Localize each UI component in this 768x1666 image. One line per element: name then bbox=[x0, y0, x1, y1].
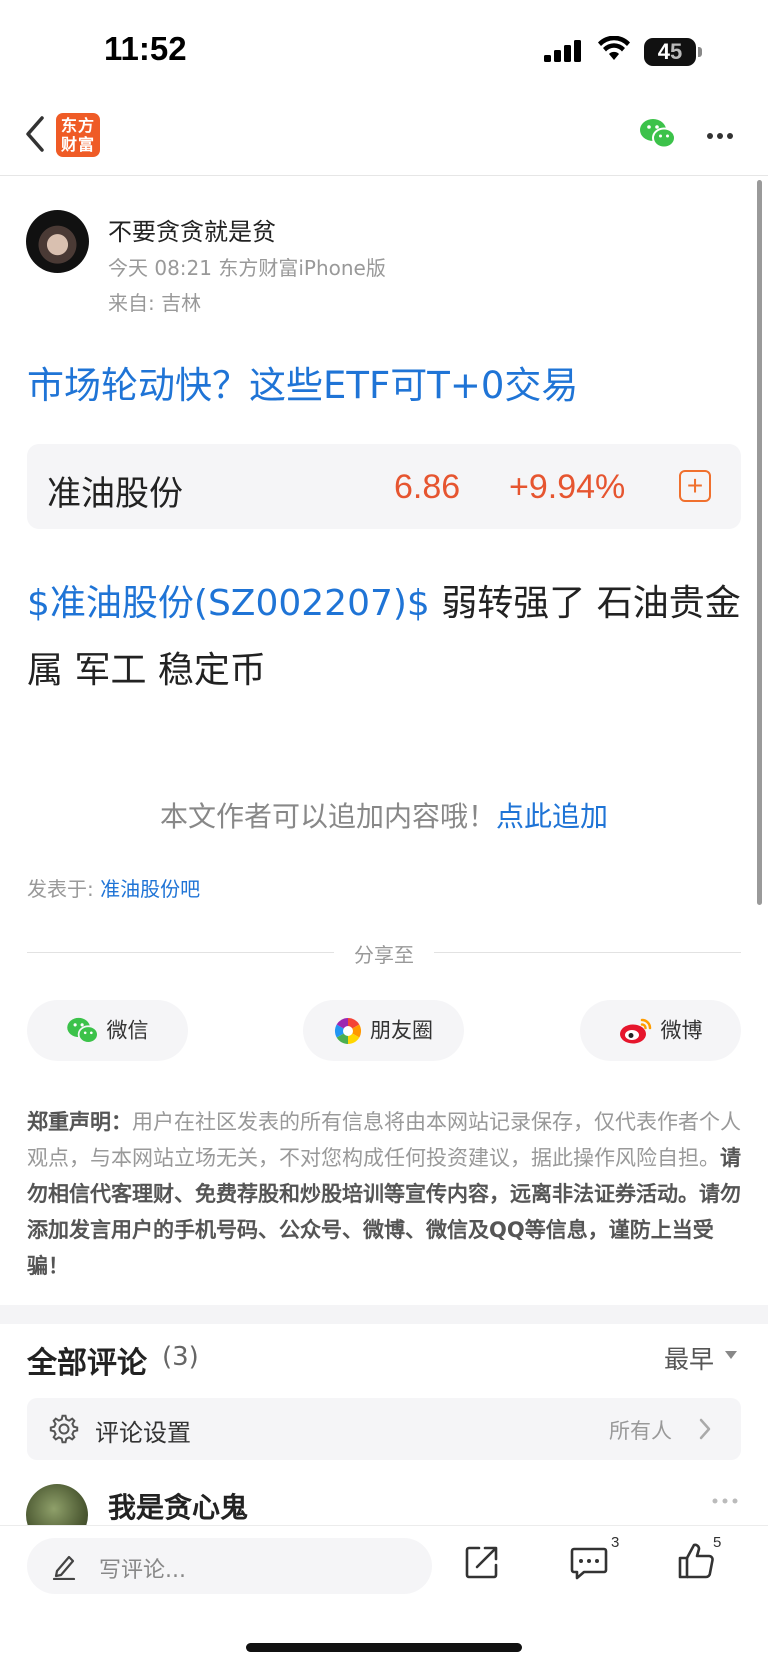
chevron-right-icon bbox=[699, 1418, 711, 1440]
append-link[interactable]: 点此追加 bbox=[496, 800, 608, 833]
comment-icon[interactable] bbox=[570, 1546, 608, 1580]
share-label: 分享至 bbox=[354, 943, 414, 967]
posted-in-label: 发表于: bbox=[27, 877, 101, 901]
comments-count: (3) bbox=[162, 1342, 199, 1372]
share-wechat-label: 微信 bbox=[106, 1018, 149, 1043]
share-moments-button[interactable]: 朋友圈 bbox=[303, 1000, 464, 1061]
commenter-name[interactable]: 我是贪心鬼 bbox=[108, 1486, 248, 1526]
comment-more-icon[interactable] bbox=[712, 1498, 738, 1504]
author-name[interactable]: 不要贪贪就是贫 bbox=[108, 212, 276, 247]
add-watchlist-button[interactable]: + bbox=[679, 470, 711, 502]
stock-link[interactable]: $准油股份(SZ002207)$ bbox=[27, 583, 430, 624]
status-bar: 11:52 45 bbox=[0, 0, 768, 100]
weibo-icon bbox=[619, 1018, 651, 1044]
more-options-icon[interactable] bbox=[706, 132, 734, 140]
wechat-icon bbox=[66, 1017, 99, 1044]
home-indicator[interactable] bbox=[246, 1643, 522, 1652]
pencil-icon bbox=[52, 1555, 76, 1580]
disclaimer-text: 用户在社区发表的所有信息将由本网站记录保存，仅代表作者个人观点，与本网站立场无关… bbox=[27, 1110, 741, 1170]
wechat-share-icon[interactable] bbox=[640, 118, 676, 150]
stock-price: 6.86 bbox=[394, 468, 461, 506]
append-prompt: 本文作者可以追加内容哦！点此追加 bbox=[0, 795, 768, 835]
comment-settings-label: 评论设置 bbox=[95, 1419, 191, 1447]
divider bbox=[27, 952, 334, 953]
share-icon[interactable] bbox=[464, 1544, 500, 1580]
section-divider bbox=[0, 1305, 768, 1324]
comment-settings-row[interactable]: 评论设置 所有人 bbox=[27, 1398, 741, 1460]
disclaimer: 郑重声明：用户在社区发表的所有信息将由本网站记录保存，仅代表作者个人观点，与本网… bbox=[27, 1104, 741, 1284]
author-avatar[interactable] bbox=[26, 210, 89, 273]
moments-icon bbox=[334, 1017, 362, 1045]
back-arrow-icon[interactable] bbox=[24, 114, 46, 154]
gear-icon bbox=[49, 1414, 79, 1444]
nav-bar: 东方 财富 bbox=[0, 100, 768, 176]
battery-level-digit: 4 bbox=[657, 39, 670, 64]
stock-quote-card[interactable]: 准油股份 6.86 +9.94% + bbox=[27, 444, 741, 529]
comment-input-placeholder: 写评论... bbox=[99, 1558, 186, 1583]
app-logo[interactable]: 东方 财富 bbox=[56, 113, 100, 157]
comment-count-badge: 3 bbox=[611, 1534, 620, 1551]
stock-change: +9.94% bbox=[509, 468, 626, 506]
comments-title: 全部评论 bbox=[27, 1346, 147, 1381]
share-wechat-button[interactable]: 微信 bbox=[27, 1000, 188, 1061]
comment-input[interactable]: 写评论... bbox=[27, 1538, 432, 1594]
share-weibo-button[interactable]: 微博 bbox=[580, 1000, 741, 1061]
share-moments-label: 朋友圈 bbox=[370, 1018, 433, 1043]
status-time: 11:52 bbox=[104, 30, 187, 67]
thumbs-up-icon[interactable] bbox=[677, 1542, 715, 1580]
post-body: $准油股份(SZ002207)$ 弱转强了 石油贵金属 军工 稳定币 bbox=[27, 570, 741, 704]
like-count-badge: 5 bbox=[713, 1534, 722, 1551]
comment-settings-value: 所有人 bbox=[609, 1419, 672, 1443]
battery-level-digit: 5 bbox=[670, 39, 683, 64]
battery-icon: 45 bbox=[644, 38, 696, 66]
share-weibo-label: 微博 bbox=[660, 1018, 703, 1043]
sort-dropdown[interactable]: 最早 bbox=[664, 1340, 714, 1376]
bottom-action-bar: 写评论... 3 5 bbox=[0, 1525, 768, 1666]
logo-line-1: 东方 bbox=[60, 116, 95, 135]
cellular-signal-icon bbox=[544, 40, 581, 62]
forum-link[interactable]: 准油股份吧 bbox=[100, 877, 200, 901]
append-text: 本文作者可以追加内容哦！ bbox=[159, 800, 496, 833]
post-location: 来自: 吉林 bbox=[108, 291, 202, 315]
logo-line-2: 财富 bbox=[60, 135, 95, 154]
stock-name: 准油股份 bbox=[47, 474, 183, 514]
disclaimer-heading: 郑重声明： bbox=[27, 1110, 132, 1134]
post-title: 市场轮动快？这些ETF可T+0交易 bbox=[27, 364, 579, 407]
post-meta: 今天 08:21 东方财富iPhone版 bbox=[108, 256, 386, 280]
battery-tip bbox=[698, 47, 702, 57]
posted-in: 发表于: 准油股份吧 bbox=[27, 873, 200, 902]
divider bbox=[434, 952, 741, 953]
wifi-icon bbox=[598, 36, 630, 60]
caret-down-icon[interactable] bbox=[725, 1351, 737, 1359]
